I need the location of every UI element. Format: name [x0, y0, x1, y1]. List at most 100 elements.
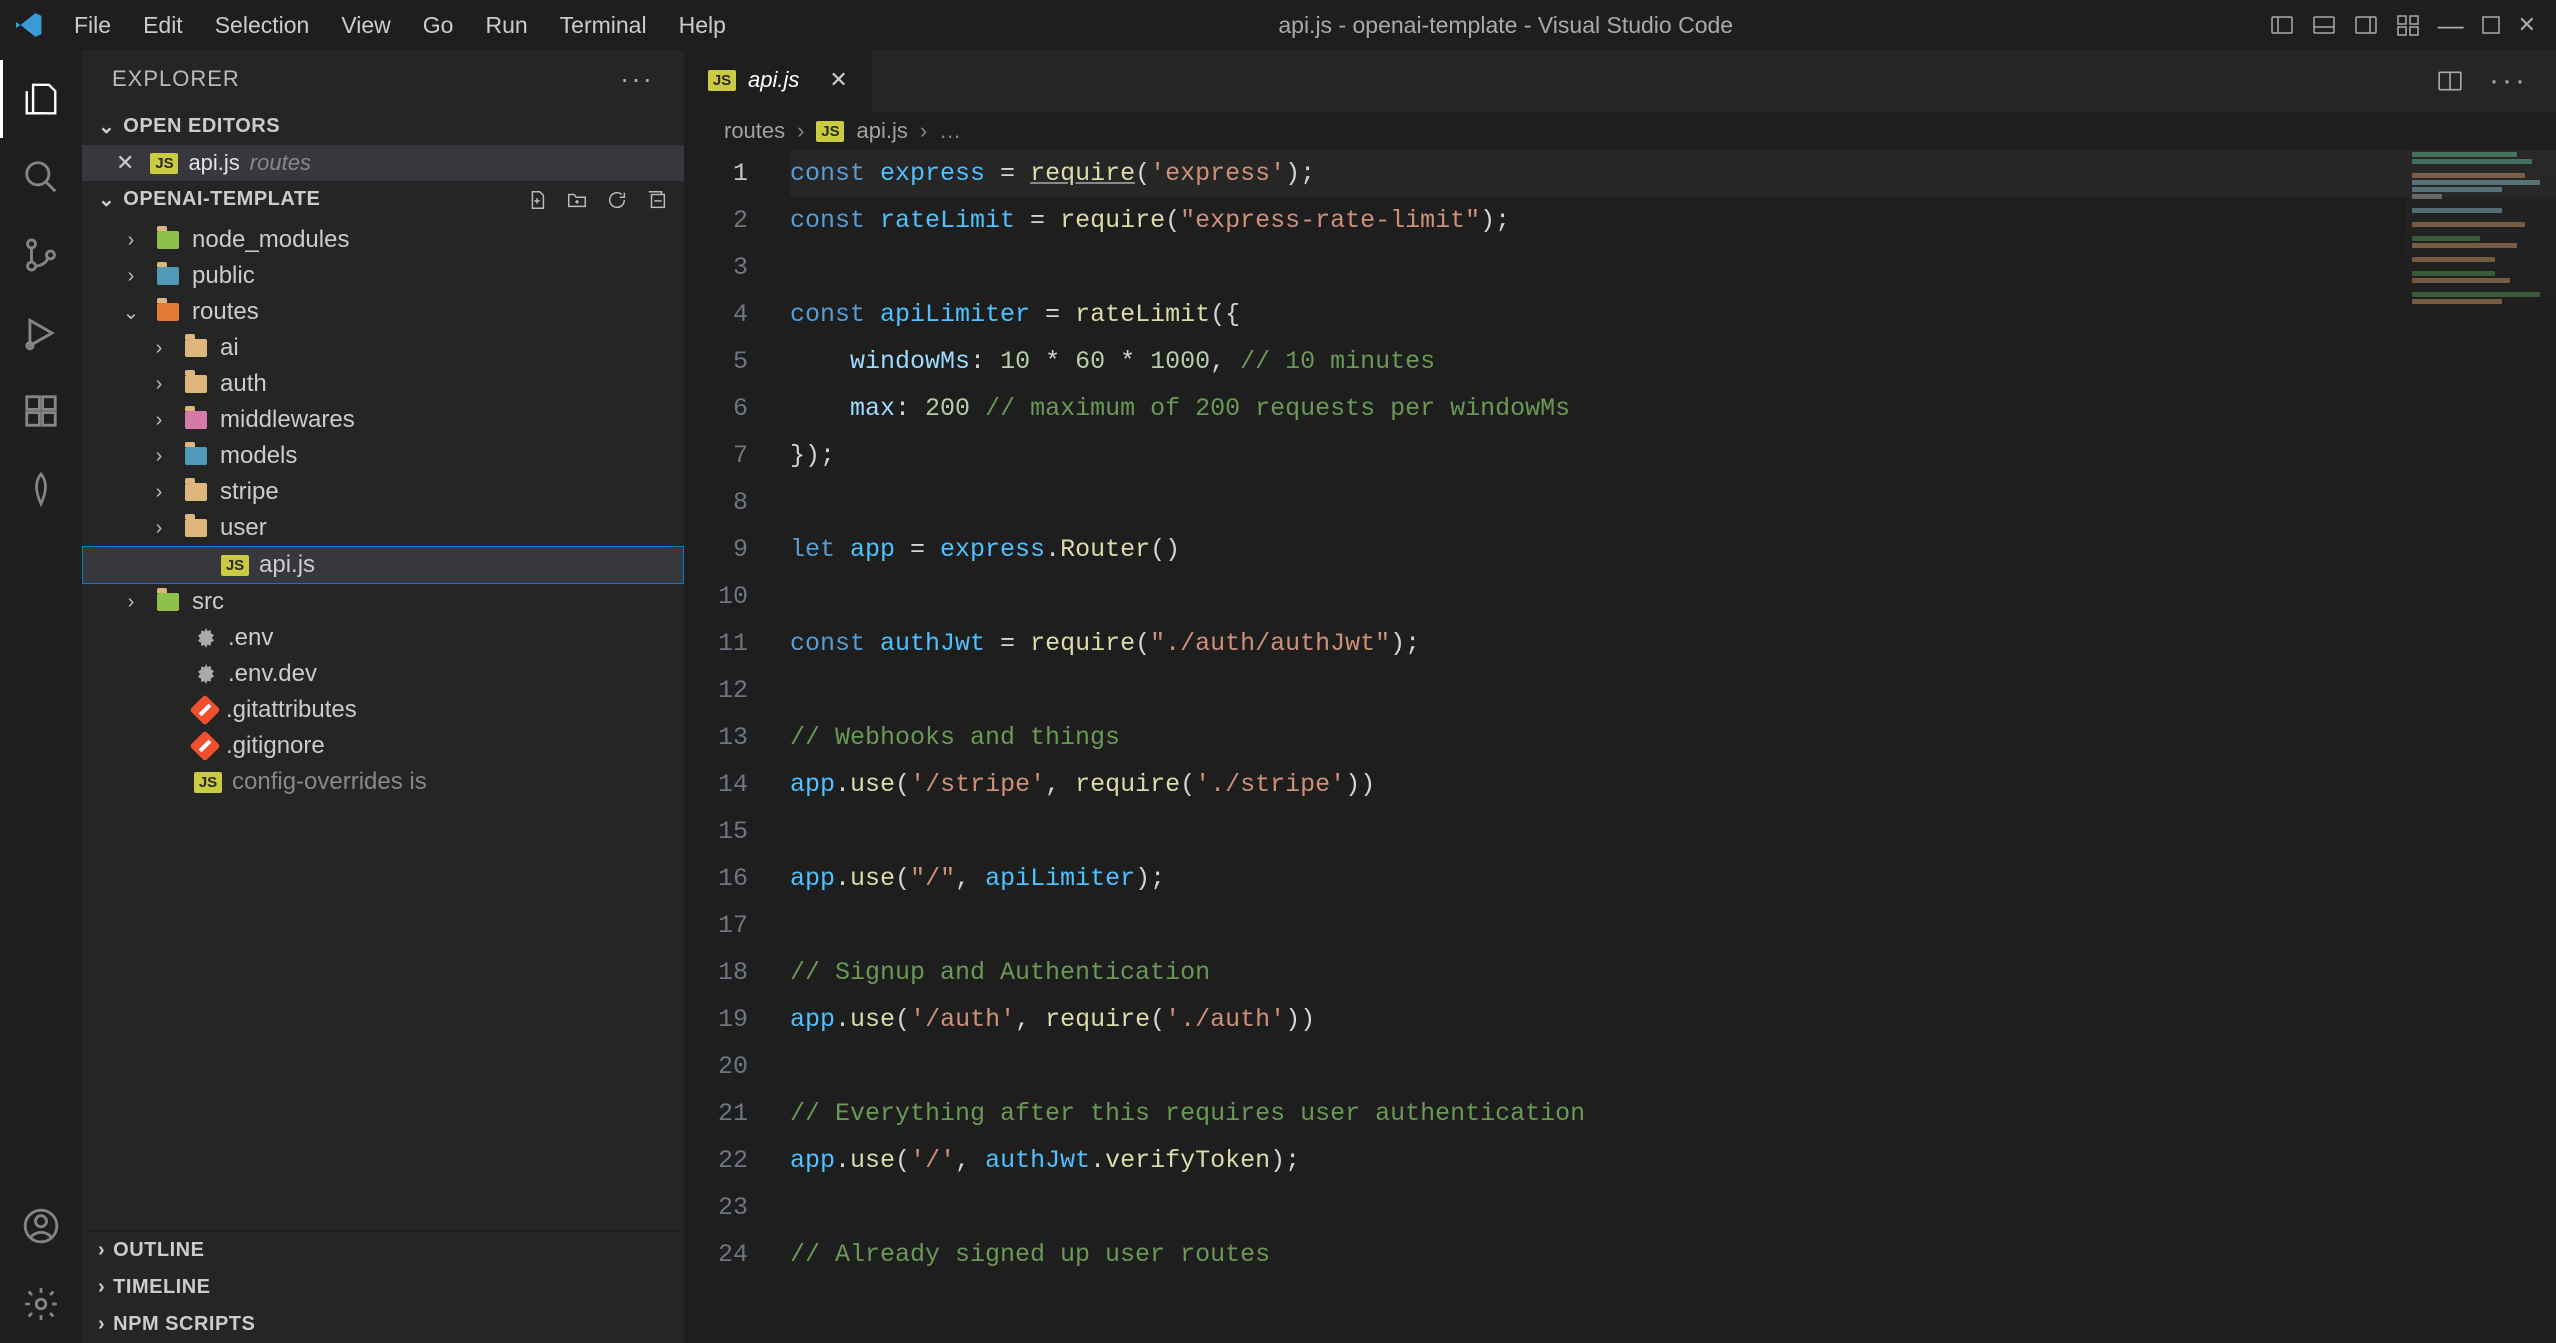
close-icon[interactable]: ✕ [116, 150, 134, 176]
project-header[interactable]: ⌄ OPENAI-TEMPLATE [82, 181, 684, 218]
menu-selection[interactable]: Selection [199, 8, 326, 43]
breadcrumbs[interactable]: routes › JS api.js › … [684, 112, 2556, 150]
close-tab-icon[interactable]: ✕ [829, 67, 847, 93]
refresh-icon[interactable] [606, 189, 628, 211]
folder-item[interactable]: ›node_modules [82, 222, 684, 258]
activity-extensions-icon[interactable] [0, 372, 82, 450]
folder-item[interactable]: ›user [82, 510, 684, 546]
chevron-right-icon: › [146, 337, 172, 360]
chevron-right-icon: › [98, 1276, 105, 1299]
explorer-title: EXPLORER [112, 66, 240, 92]
folder-item[interactable]: ›src [82, 584, 684, 620]
folder-item[interactable]: ›public [82, 258, 684, 294]
folder-icon [154, 267, 182, 285]
folder-icon [182, 483, 210, 501]
tree-item-label: config-overrides is [232, 768, 427, 796]
folder-icon [154, 231, 182, 249]
timeline-section[interactable]: › TIMELINE [82, 1269, 684, 1306]
menu-run[interactable]: Run [469, 8, 543, 43]
menu-view[interactable]: View [325, 8, 406, 43]
new-folder-icon[interactable] [566, 189, 588, 211]
folder-item[interactable]: ›ai [82, 330, 684, 366]
chevron-right-icon: › [98, 1239, 105, 1262]
activity-explorer-icon[interactable] [0, 60, 82, 138]
activity-settings-icon[interactable] [0, 1265, 82, 1343]
outline-section[interactable]: › OUTLINE [82, 1232, 684, 1269]
collapse-all-icon[interactable] [646, 189, 668, 211]
chevron-right-icon: › [118, 591, 144, 614]
folder-icon [182, 339, 210, 357]
activity-mongodb-icon[interactable] [0, 450, 82, 528]
file-item[interactable]: JSapi.js [82, 546, 684, 584]
chevron-down-icon: ⌄ [118, 300, 144, 325]
folder-icon [154, 303, 182, 321]
activity-bar [0, 50, 82, 1343]
window-title: api.js - openai-template - Visual Studio… [742, 12, 2270, 39]
menu-help[interactable]: Help [663, 8, 742, 43]
gear-icon [194, 662, 218, 686]
split-editor-icon[interactable] [2437, 68, 2463, 94]
chevron-right-icon: › [98, 1313, 105, 1336]
open-editors-header[interactable]: ⌄ OPEN EDITORS [82, 108, 684, 145]
close-window-icon[interactable]: ✕ [2518, 12, 2536, 38]
chevron-right-icon: › [146, 481, 172, 504]
folder-icon [182, 375, 210, 393]
file-item[interactable]: .env.dev [82, 656, 684, 692]
breadcrumb-item[interactable]: … [939, 118, 961, 144]
breadcrumb-item[interactable]: routes [724, 118, 785, 144]
file-tree: ›node_modules›public⌄routes›ai›auth›midd… [82, 218, 684, 1231]
chevron-right-icon: › [146, 445, 172, 468]
folder-icon [154, 593, 182, 611]
tree-item-label: .gitattributes [226, 696, 357, 724]
explorer-more-icon[interactable]: ··· [620, 63, 654, 95]
tree-item-label: models [220, 442, 297, 470]
activity-run-debug-icon[interactable] [0, 294, 82, 372]
chevron-right-icon: › [146, 409, 172, 432]
folder-item[interactable]: ›auth [82, 366, 684, 402]
breadcrumb-item[interactable]: api.js [856, 118, 907, 144]
folder-item[interactable]: ›stripe [82, 474, 684, 510]
menu-terminal[interactable]: Terminal [544, 8, 663, 43]
activity-source-control-icon[interactable] [0, 216, 82, 294]
more-actions-icon[interactable]: ··· [2489, 64, 2528, 98]
folder-item[interactable]: ›middlewares [82, 402, 684, 438]
file-item[interactable]: .env [82, 620, 684, 656]
customize-layout-icon[interactable] [2396, 13, 2420, 37]
file-item[interactable]: .gitignore [82, 728, 684, 764]
chevron-right-icon: › [118, 229, 144, 252]
maximize-window-icon[interactable] [2482, 16, 2500, 34]
menu-file[interactable]: File [58, 8, 127, 43]
code-editor[interactable]: 123456789101112131415161718192021222324 … [684, 150, 2556, 1343]
file-item[interactable]: JSconfig-overrides is [82, 764, 684, 800]
tab-api-js[interactable]: JS api.js ✕ [684, 50, 872, 112]
sidebar: EXPLORER ··· ⌄ OPEN EDITORS ✕ JS api.js … [82, 50, 684, 1343]
editor-region: JS api.js ✕ ··· routes › JS api.js › … 1… [684, 50, 2556, 1343]
open-editor-item[interactable]: ✕ JS api.js routes [82, 145, 684, 181]
layout-sidebar-left-icon[interactable] [2270, 13, 2294, 37]
vscode-logo-icon [8, 10, 48, 40]
js-file-icon: JS [816, 121, 844, 142]
menu-go[interactable]: Go [407, 8, 470, 43]
npm-scripts-section[interactable]: › NPM SCRIPTS [82, 1306, 684, 1343]
layout-sidebar-right-icon[interactable] [2354, 13, 2378, 37]
minimize-window-icon[interactable]: — [2438, 10, 2464, 41]
folder-item[interactable]: ⌄ routes [82, 294, 684, 330]
folder-item[interactable]: › models [82, 438, 684, 474]
new-file-icon[interactable] [526, 189, 548, 211]
minimap[interactable] [2406, 150, 2556, 370]
tab-filename: api.js [748, 67, 799, 93]
gear-icon [194, 626, 218, 650]
js-file-icon: JS [150, 153, 178, 174]
chevron-right-icon: › [797, 118, 804, 144]
git-file-icon [189, 694, 220, 725]
tree-item-label: routes [192, 298, 259, 326]
tree-item-label: auth [220, 370, 267, 398]
activity-account-icon[interactable] [0, 1187, 82, 1265]
menu-edit[interactable]: Edit [127, 8, 199, 43]
tree-item-label: .env.dev [228, 660, 317, 688]
chevron-right-icon: › [146, 517, 172, 540]
activity-search-icon[interactable] [0, 138, 82, 216]
file-item[interactable]: .gitattributes [82, 692, 684, 728]
layout-panel-bottom-icon[interactable] [2312, 13, 2336, 37]
chevron-down-icon: ⌄ [98, 114, 115, 139]
